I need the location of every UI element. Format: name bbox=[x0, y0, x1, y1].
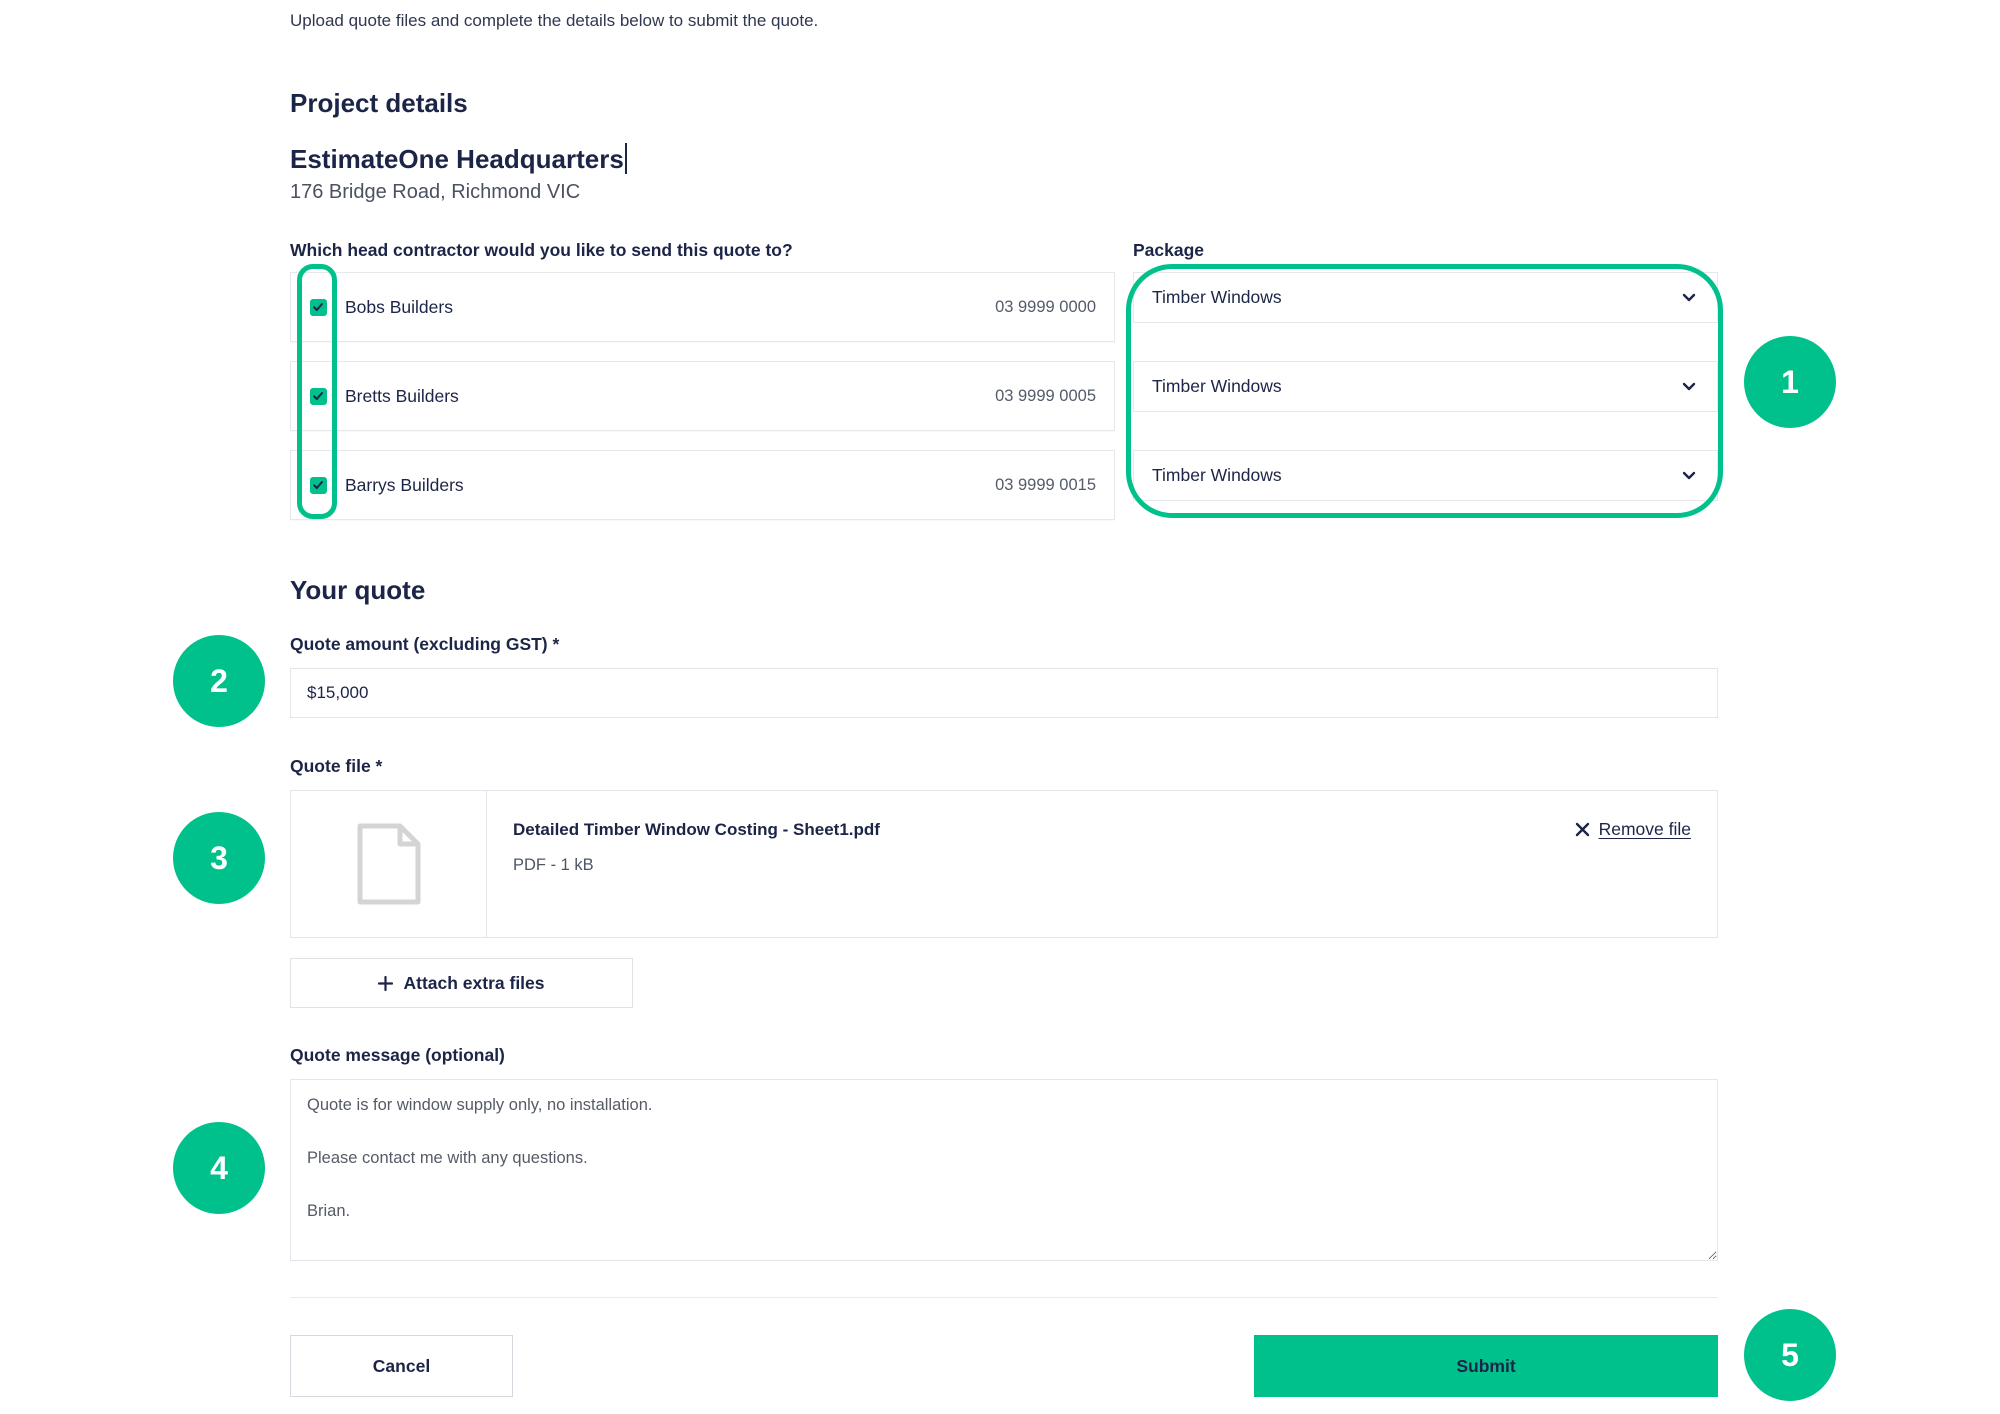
contractor-phone: 03 9999 0000 bbox=[995, 298, 1096, 316]
quote-file-card: Detailed Timber Window Costing - Sheet1.… bbox=[290, 790, 1718, 938]
file-name: Detailed Timber Window Costing - Sheet1.… bbox=[513, 820, 880, 839]
package-select[interactable]: Timber Windows bbox=[1133, 272, 1718, 323]
attach-extra-files-button[interactable]: Attach extra files bbox=[290, 958, 633, 1008]
your-quote-heading: Your quote bbox=[290, 575, 426, 605]
callout-badge-2: 2 bbox=[173, 635, 265, 727]
file-icon bbox=[357, 823, 421, 905]
package-select-value: Timber Windows bbox=[1152, 287, 1282, 307]
project-details-heading: Project details bbox=[290, 88, 468, 118]
checkmark-icon bbox=[313, 481, 323, 489]
file-meta: PDF - 1 kB bbox=[513, 856, 594, 874]
contractor-row[interactable]: Bretts Builders 03 9999 0005 bbox=[290, 361, 1115, 431]
file-thumbnail bbox=[291, 791, 487, 937]
quote-file-label: Quote file * bbox=[290, 756, 383, 776]
section-divider bbox=[290, 1297, 1718, 1298]
checkmark-icon bbox=[313, 303, 323, 311]
chevron-down-icon bbox=[1682, 471, 1696, 480]
close-icon bbox=[1575, 822, 1589, 837]
callout-badge-1: 1 bbox=[1744, 336, 1836, 428]
contractor-checkbox[interactable] bbox=[310, 299, 327, 316]
contractor-name: Bobs Builders bbox=[345, 297, 453, 317]
package-select-value: Timber Windows bbox=[1152, 376, 1282, 396]
intro-text: Upload quote files and complete the deta… bbox=[290, 11, 819, 30]
quote-submission-page: Upload quote files and complete the deta… bbox=[0, 0, 2000, 1414]
attach-extra-files-label: Attach extra files bbox=[403, 972, 545, 993]
quote-amount-label: Quote amount (excluding GST) * bbox=[290, 634, 560, 654]
quote-message-textarea[interactable]: Quote is for window supply only, no inst… bbox=[290, 1079, 1718, 1261]
submit-button[interactable]: Submit bbox=[1254, 1335, 1718, 1397]
callout-badge-4: 4 bbox=[173, 1122, 265, 1214]
contractor-name: Barrys Builders bbox=[345, 475, 464, 495]
contractor-row[interactable]: Bobs Builders 03 9999 0000 bbox=[290, 272, 1115, 342]
chevron-down-icon bbox=[1682, 382, 1696, 391]
project-name: EstimateOne Headquarters bbox=[290, 143, 627, 175]
contractor-checkbox[interactable] bbox=[310, 388, 327, 405]
remove-file-label: Remove file bbox=[1598, 819, 1691, 839]
quote-amount-input[interactable] bbox=[290, 668, 1718, 718]
package-label: Package bbox=[1133, 240, 1205, 260]
package-select-value: Timber Windows bbox=[1152, 465, 1282, 485]
project-address: 176 Bridge Road, Richmond VIC bbox=[290, 181, 581, 203]
plus-icon bbox=[378, 975, 394, 991]
head-contractor-question: Which head contractor would you like to … bbox=[290, 240, 793, 260]
quote-message-label: Quote message (optional) bbox=[290, 1045, 505, 1065]
package-select[interactable]: Timber Windows bbox=[1133, 450, 1718, 501]
checkmark-icon bbox=[313, 392, 323, 400]
contractor-checkbox[interactable] bbox=[310, 477, 327, 494]
contractor-name: Bretts Builders bbox=[345, 386, 459, 406]
cancel-button[interactable]: Cancel bbox=[290, 1335, 513, 1397]
callout-badge-5: 5 bbox=[1744, 1309, 1836, 1401]
text-cursor bbox=[624, 143, 627, 174]
contractor-phone: 03 9999 0015 bbox=[995, 476, 1096, 494]
contractor-row[interactable]: Barrys Builders 03 9999 0015 bbox=[290, 450, 1115, 520]
remove-file-link[interactable]: Remove file bbox=[1575, 819, 1691, 840]
project-name-text: EstimateOne Headquarters bbox=[290, 144, 624, 174]
package-select[interactable]: Timber Windows bbox=[1133, 361, 1718, 412]
contractor-phone: 03 9999 0005 bbox=[995, 387, 1096, 405]
callout-badge-3: 3 bbox=[173, 812, 265, 904]
chevron-down-icon bbox=[1682, 293, 1696, 302]
